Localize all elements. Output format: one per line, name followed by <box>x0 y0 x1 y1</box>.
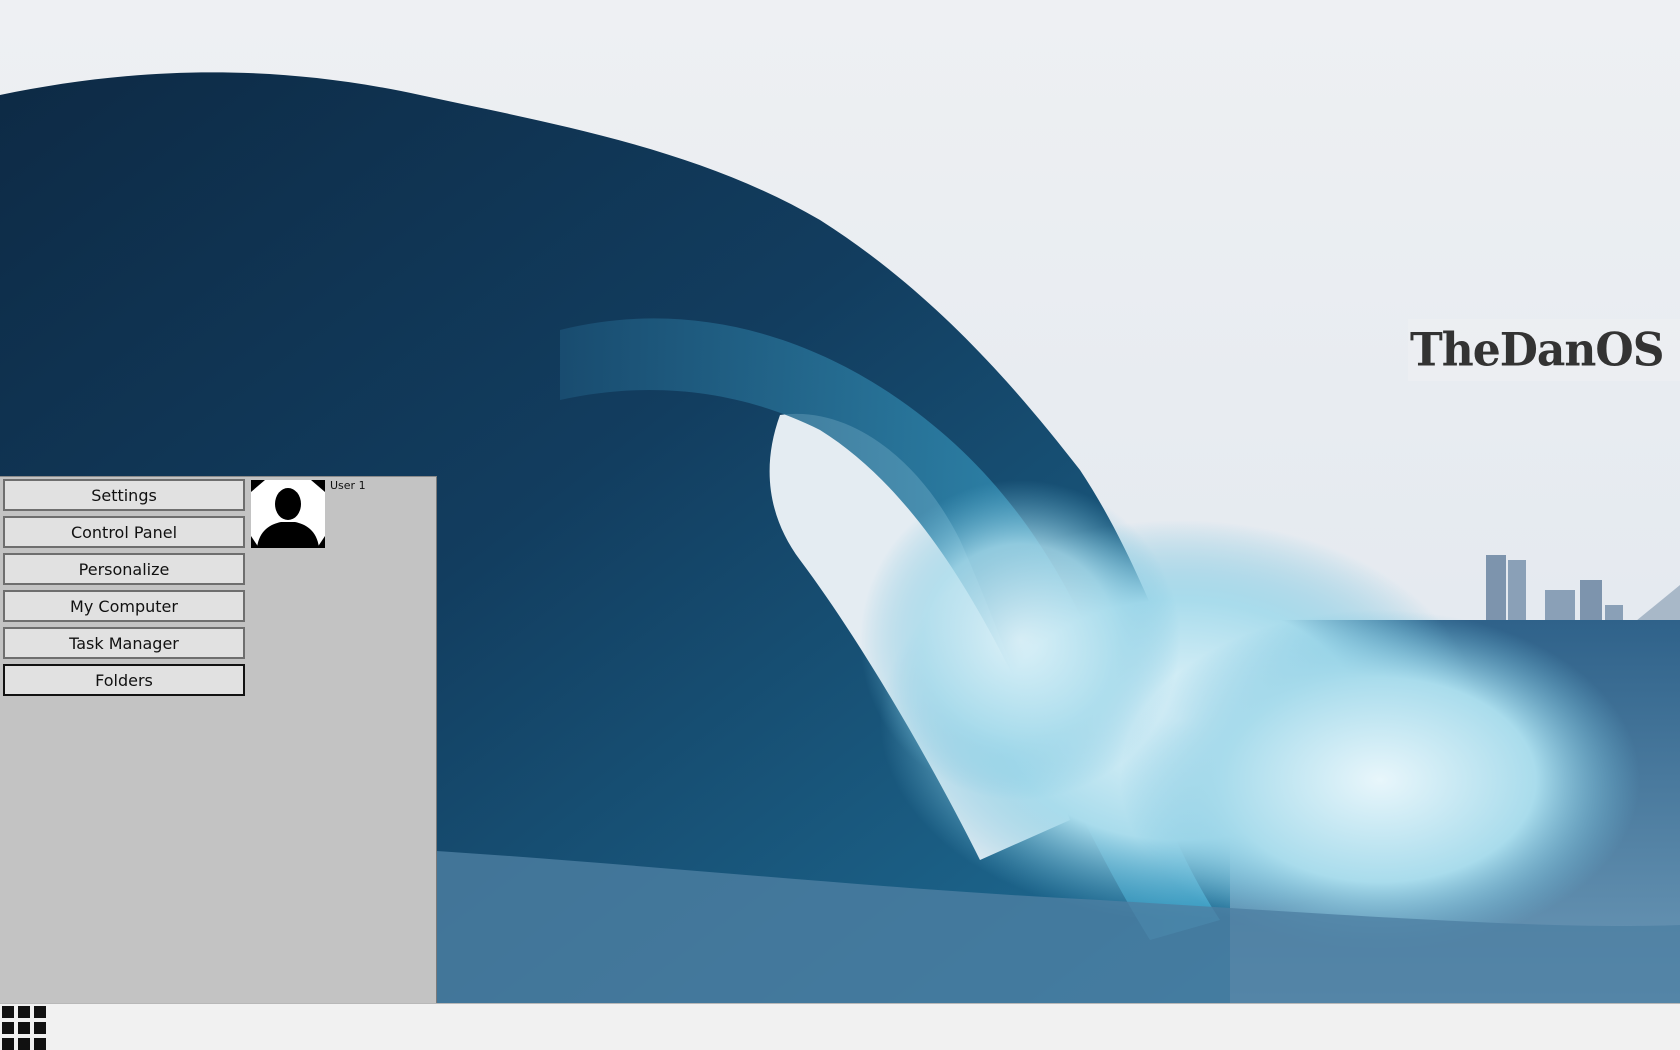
start-button[interactable] <box>2 1006 50 1050</box>
brand-text: TheDanOS <box>1410 323 1664 377</box>
taskbar <box>0 1003 1680 1050</box>
my-computer-button[interactable]: My Computer <box>3 590 245 622</box>
folders-button[interactable]: Folders <box>3 664 245 696</box>
user-avatar[interactable] <box>251 480 325 548</box>
start-menu: Settings Control Panel Personalize My Co… <box>0 476 437 1003</box>
control-panel-button[interactable]: Control Panel <box>3 516 245 548</box>
settings-button[interactable]: Settings <box>3 479 245 511</box>
grid-menu-icon <box>2 1006 14 1018</box>
brand-logo: TheDanOS <box>1408 319 1680 381</box>
task-manager-button[interactable]: Task Manager <box>3 627 245 659</box>
user-silhouette-icon <box>251 480 325 548</box>
user-name-label: User 1 <box>330 479 366 492</box>
personalize-button[interactable]: Personalize <box>3 553 245 585</box>
